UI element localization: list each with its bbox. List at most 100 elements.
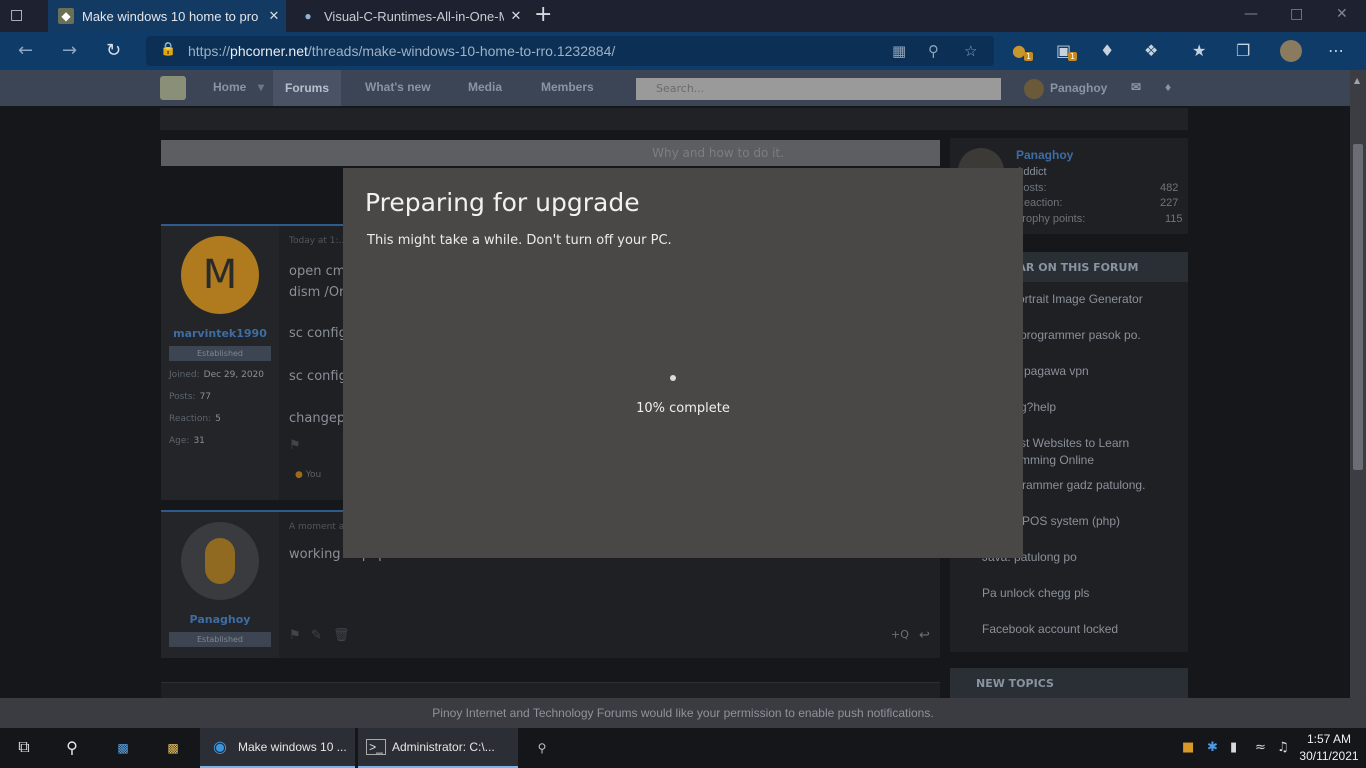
popular-item[interactable]: pagawa vpn: [1024, 364, 1089, 378]
eraser-icon[interactable]: ♦: [1100, 41, 1114, 61]
popular-item[interactable]: programmer pasok po.: [1020, 328, 1141, 342]
user-menu[interactable]: Panaghoy: [1024, 79, 1107, 99]
flag-icon[interactable]: ⚑: [289, 438, 301, 453]
extension-badge: 1: [1068, 52, 1078, 61]
phcorner-icon: ◆: [58, 8, 74, 24]
popular-item[interactable]: Facebook account locked: [982, 622, 1118, 636]
popular-item[interactable]: Portrait Image Generator: [1010, 292, 1143, 306]
refresh-button[interactable]: ↻: [106, 41, 121, 61]
popular-item[interactable]: rammer gadz patulong.: [1022, 478, 1145, 492]
post-username[interactable]: marvintek1990: [161, 327, 279, 340]
app-icon: ▩: [117, 741, 129, 755]
bluetooth-icon[interactable]: ✱: [1207, 740, 1218, 755]
taskbar-edge[interactable]: ◉ Make windows 10 ...: [200, 728, 355, 768]
profile-posts: 482: [1160, 182, 1179, 194]
reply-icon[interactable]: ↩: [919, 628, 930, 643]
task-label: Administrator: C:\...: [392, 740, 495, 754]
avatar[interactable]: M: [181, 236, 259, 314]
dialog-subtitle: This might take a while. Don't turn off …: [367, 233, 672, 248]
popular-item[interactable]: Pa unlock chegg pls: [982, 586, 1089, 600]
file-explorer-button[interactable]: ▩: [150, 728, 196, 768]
tab-make-windows[interactable]: ◆ Make windows 10 home to pro ✕: [48, 0, 286, 32]
popular-item[interactable]: g?help: [1020, 400, 1056, 414]
nav-home[interactable]: Home: [213, 80, 246, 94]
popular-item[interactable]: st Websites to Learn: [1020, 436, 1129, 450]
site-logo[interactable]: [160, 76, 186, 100]
popular-item[interactable]: mming Online: [1020, 453, 1094, 467]
inbox-icon[interactable]: ✉: [1131, 80, 1141, 94]
posts-stat: Posts: 77: [169, 392, 212, 402]
close-tab-icon[interactable]: ✕: [504, 8, 528, 24]
notice-text[interactable]: Why and how to do it.: [652, 146, 784, 160]
site-search-input[interactable]: Search...: [636, 78, 1001, 100]
flag-icon[interactable]: ⚑: [289, 628, 301, 643]
taskbar-app[interactable]: ⚲: [522, 728, 562, 768]
system-clock[interactable]: 1:57 AM 30/11/2021: [1296, 731, 1362, 765]
url-text[interactable]: https://phcorner.net/threads/make-window…: [188, 43, 615, 59]
address-bar[interactable]: 🔒 https://phcorner.net/threads/make-wind…: [146, 36, 994, 66]
nav-media[interactable]: Media: [468, 80, 502, 94]
minimize-button[interactable]: —: [1244, 6, 1258, 22]
apps-icon[interactable]: ▦: [892, 42, 906, 60]
tab-title: Make windows 10 home to pro: [82, 8, 259, 24]
post-line: sc config: [289, 369, 347, 384]
joined-stat: Joined: Dec 29, 2020: [169, 370, 265, 380]
username: Panaghoy: [1050, 81, 1108, 96]
push-notification-bar[interactable]: Pinoy Internet and Technology Forums wou…: [0, 698, 1366, 728]
profile-trophy: 115: [1165, 213, 1183, 225]
post-username[interactable]: Panaghoy: [161, 613, 279, 626]
search-button[interactable]: ⚲: [48, 728, 96, 768]
taskbar-app[interactable]: ▩: [100, 728, 146, 768]
breadcrumb: [160, 108, 1188, 130]
avatar: [1024, 79, 1044, 99]
reaction-summary[interactable]: ● You: [295, 470, 321, 480]
nav-members[interactable]: Members: [541, 80, 594, 94]
tab-actions-icon[interactable]: □: [10, 7, 28, 25]
close-window-button[interactable]: ✕: [1336, 6, 1348, 22]
edit-icon[interactable]: ✎: [311, 628, 322, 643]
scrollbar-thumb[interactable]: [1353, 144, 1363, 470]
profile-name[interactable]: Panaghoy: [1016, 148, 1073, 162]
extension-badge: 1: [1024, 52, 1034, 61]
tab-visual-c[interactable]: ● Visual-C-Runtimes-All-in-One-M ✕: [290, 0, 528, 32]
volume-icon[interactable]: ♫: [1277, 740, 1289, 755]
profile-reaction: 227: [1160, 197, 1179, 209]
nav-whats-new[interactable]: What's new: [365, 80, 431, 94]
collections-icon[interactable]: ❐: [1236, 41, 1250, 61]
dialog-title: Preparing for upgrade: [365, 188, 640, 217]
battery-icon[interactable]: ▮: [1230, 740, 1237, 755]
post-line: sc config: [289, 326, 347, 341]
post-user-sidebar: M marvintek1990 Established Joined: Dec 2…: [161, 226, 279, 500]
taskbar: ⧉ ⚲ ▩ ▩ ◉ Make windows 10 ... >_ Adminis…: [0, 728, 1366, 768]
tray-app-icon[interactable]: ■: [1182, 740, 1194, 755]
post-line: open cm: [289, 264, 346, 279]
wifi-icon[interactable]: ≈: [1255, 740, 1266, 755]
delete-icon[interactable]: 🗑: [333, 628, 350, 643]
extensions-puzzle-icon[interactable]: ❖: [1144, 41, 1158, 61]
favorites-icon[interactable]: ★: [1192, 41, 1206, 61]
new-tab-button[interactable]: +: [534, 4, 552, 26]
back-button[interactable]: ←: [18, 41, 33, 61]
avatar-letter: M: [202, 252, 238, 298]
post-date[interactable]: Today at 1:...: [289, 236, 347, 246]
taskbar-cmd[interactable]: >_ Administrator: C:\...: [358, 728, 518, 768]
nav-forums[interactable]: Forums: [273, 70, 342, 106]
popular-item[interactable]: POS system (php): [1022, 514, 1120, 528]
maximize-button[interactable]: □: [1290, 6, 1303, 22]
start-button[interactable]: ⧉: [0, 728, 48, 768]
page-scrollbar[interactable]: ▲ ▼: [1350, 70, 1366, 728]
forward-button[interactable]: →: [62, 41, 77, 61]
more-menu-icon[interactable]: ⋯: [1328, 41, 1344, 61]
profile-avatar[interactable]: [1280, 40, 1302, 62]
scroll-up-icon[interactable]: ▲: [1354, 76, 1360, 85]
browser-toolbar: ← → ↻ 🔒 https://phcorner.net/threads/mak…: [0, 32, 1366, 70]
bell-icon[interactable]: ♦: [1165, 80, 1171, 94]
close-tab-icon[interactable]: ✕: [262, 8, 286, 24]
upgrade-dialog: Preparing for upgrade This might take a …: [343, 168, 1023, 558]
zoom-icon[interactable]: ⚲: [928, 42, 939, 60]
task-label: Make windows 10 ...: [238, 740, 347, 754]
quote-button[interactable]: +Q: [891, 628, 909, 641]
chevron-down-icon[interactable]: ▾: [258, 80, 264, 94]
avatar[interactable]: [181, 522, 259, 600]
favorite-star-icon[interactable]: ☆: [964, 42, 977, 60]
